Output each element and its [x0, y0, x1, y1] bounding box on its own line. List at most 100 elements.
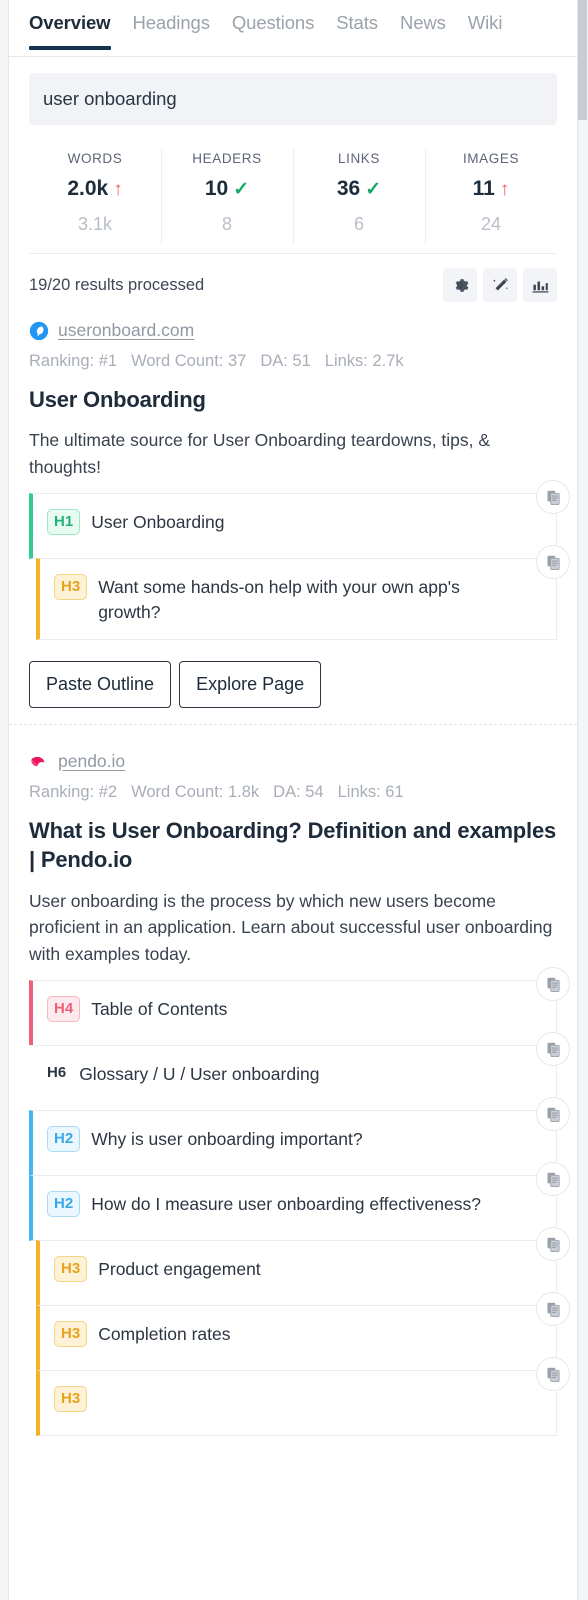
copy-icon[interactable] — [536, 480, 570, 515]
heading-text: Want some hands-on help with your own ap… — [98, 577, 460, 623]
check-icon: ✓ — [233, 178, 250, 200]
heading-level-badge: H3 — [54, 1386, 88, 1412]
tab-questions[interactable]: Questions — [221, 0, 325, 50]
heading-level-badge: H3 — [54, 574, 88, 600]
panel-body: Overview Headings Questions Stats News Wiki u… — [8, 0, 578, 1600]
heading-list: H1 User Onboarding H3 Want some hands-on he… — [29, 480, 570, 641]
processed-status-text: 19/20 results processed — [29, 275, 205, 294]
heading-text: Completion rates — [98, 1324, 231, 1345]
stat-label: HEADERS — [192, 151, 262, 166]
tab-headings[interactable]: Headings — [121, 0, 220, 50]
tab-news[interactable]: News — [389, 0, 457, 50]
tab-bar: Overview Headings Questions Stats News Wiki — [9, 0, 577, 57]
tab-overview[interactable]: Overview — [29, 0, 121, 50]
heading-row[interactable]: H3 Product engagement — [36, 1227, 570, 1307]
stat-label: IMAGES — [462, 151, 520, 166]
heading-level-badge: H1 — [47, 509, 81, 535]
stats-row: WORDS 2.0k ↑ 3.1k HEADERS 10 ✓ 8 LINKS 36 ✓ 6 IMAGES… — [29, 143, 557, 254]
result-title[interactable]: User Onboarding — [29, 385, 557, 414]
copy-icon[interactable] — [536, 1227, 570, 1262]
result-domain-row: useronboard.com — [29, 320, 557, 341]
result-title[interactable]: What is User Onboarding? Definition and … — [29, 816, 557, 875]
stat-value: 36 ✓ — [293, 177, 425, 201]
search-result: pendo.io Ranking: #2 Word Count: 1.8k DA: 5… — [9, 724, 577, 1437]
scrollbar-thumb[interactable] — [578, 0, 587, 120]
extension-panel: Overview Headings Questions Stats News Wiki u… — [0, 0, 588, 1600]
result-metrics: Ranking: #2 Word Count: 1.8k DA: 54 Links: … — [29, 783, 557, 802]
heading-row[interactable]: H3 Want some hands-on help with your own … — [36, 545, 570, 641]
result-metric: Word Count: 37 — [131, 352, 247, 370]
result-domain-row: pendo.io — [29, 751, 557, 772]
copy-icon[interactable] — [536, 1162, 570, 1197]
heading-row[interactable]: H1 User Onboarding — [29, 480, 570, 560]
heading-list: H4 Table of Contents H6 Glossary / U / User… — [29, 967, 570, 1437]
tab-wiki[interactable]: Wiki — [457, 0, 514, 50]
result-actions: Paste Outline Explore Page — [29, 661, 557, 709]
search-input[interactable]: user onboarding — [29, 73, 557, 125]
stat-links: LINKS 36 ✓ 6 — [293, 143, 425, 253]
copy-icon[interactable] — [536, 545, 570, 580]
stat-words: WORDS 2.0k ↑ 3.1k — [29, 143, 161, 253]
pendo-favicon — [29, 752, 49, 772]
magic-wand-icon[interactable] — [483, 268, 517, 302]
copy-icon[interactable] — [536, 1097, 570, 1132]
results-list: useronboard.com Ranking: #1 Word Count: 37… — [9, 320, 577, 1437]
bar-chart-icon[interactable] — [523, 268, 557, 302]
search-input-value: user onboarding — [43, 88, 177, 109]
heading-row[interactable]: H4 Table of Contents — [29, 967, 570, 1047]
heading-row[interactable]: H3 Completion rates — [36, 1292, 570, 1372]
heading-row[interactable]: H3 — [36, 1357, 570, 1437]
heading-text: How do I measure user onboarding effecti… — [91, 1194, 481, 1215]
explore-page-button[interactable]: Explore Page — [179, 661, 322, 709]
useronboard-favicon — [29, 321, 49, 341]
check-icon: ✓ — [365, 178, 382, 200]
result-domain-link[interactable]: useronboard.com — [58, 320, 194, 341]
processed-bar: 19/20 results processed — [29, 254, 557, 312]
stat-label: WORDS — [67, 151, 123, 166]
heading-level-badge: H4 — [47, 996, 81, 1022]
heading-text: Glossary / U / User onboarding — [79, 1064, 320, 1085]
stat-number: 2.0k — [67, 177, 109, 200]
result-description: The ultimate source for User Onboarding … — [29, 430, 491, 477]
stat-images: IMAGES 11 ↑ 24 — [425, 143, 557, 253]
heading-level-badge: H2 — [47, 1191, 81, 1217]
heading-text — [98, 1385, 504, 1387]
copy-icon[interactable] — [536, 1032, 570, 1067]
result-metrics: Ranking: #1 Word Count: 37 DA: 51 Links: 2.… — [29, 352, 557, 371]
result-metric: DA: 54 — [273, 783, 324, 802]
heading-level-badge: H6 — [47, 1064, 67, 1082]
stat-headers: HEADERS 10 ✓ 8 — [161, 143, 293, 253]
result-metric: Ranking: #2 — [29, 783, 118, 802]
stat-value: 11 ↑ — [425, 177, 557, 201]
copy-icon[interactable] — [536, 1292, 570, 1327]
result-metric: Links: 61 — [337, 783, 404, 802]
stat-number: 11 — [472, 177, 495, 200]
heading-text: Product engagement — [98, 1259, 261, 1280]
stat-comparison-value: 6 — [353, 214, 364, 234]
heading-text: Why is user onboarding important? — [91, 1129, 363, 1150]
result-metric: Links: 2.7k — [324, 352, 404, 370]
stat-value: 10 ✓ — [161, 177, 293, 201]
copy-icon[interactable] — [536, 967, 570, 1002]
heading-level-badge: H2 — [47, 1126, 81, 1152]
up-arrow-icon: ↑ — [113, 178, 123, 200]
result-metric: Word Count: 1.8k — [131, 783, 260, 802]
result-metric: Ranking: #1 — [29, 352, 118, 370]
tab-stats[interactable]: Stats — [325, 0, 389, 50]
heading-level-badge: H3 — [54, 1256, 88, 1282]
paste-outline-button[interactable]: Paste Outline — [29, 661, 172, 709]
heading-row[interactable]: H2 How do I measure user onboarding effec… — [29, 1162, 570, 1242]
up-arrow-icon: ↑ — [499, 178, 510, 200]
stat-comparison-value: 8 — [221, 214, 232, 234]
scrollbar-track[interactable] — [578, 0, 588, 1600]
stat-number: 36 — [336, 177, 361, 200]
search-area: user onboarding — [9, 57, 577, 125]
heading-row[interactable]: H6 Glossary / U / User onboarding — [29, 1032, 570, 1112]
gear-icon[interactable] — [443, 268, 477, 302]
result-domain-link[interactable]: pendo.io — [58, 751, 125, 772]
stat-number: 10 — [204, 177, 229, 200]
result-metric: DA: 51 — [260, 352, 311, 370]
toolbar-icons — [443, 268, 557, 302]
heading-row[interactable]: H2 Why is user onboarding important? — [29, 1097, 570, 1177]
copy-icon[interactable] — [536, 1357, 570, 1392]
